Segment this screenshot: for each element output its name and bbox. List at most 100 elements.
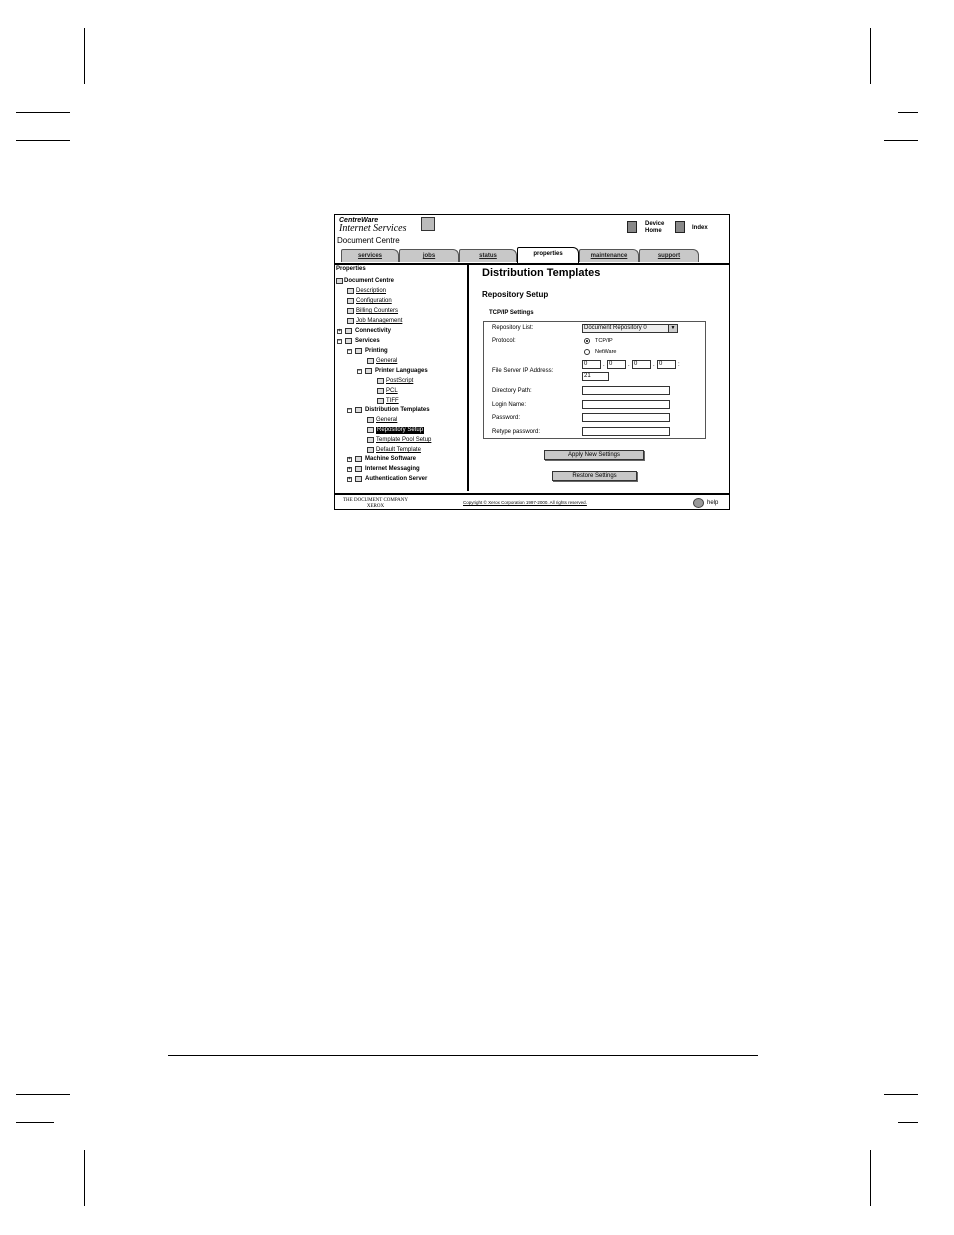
sidebar-item-description[interactable]: Description: [356, 288, 386, 295]
port-input[interactable]: 21: [582, 372, 609, 381]
page-icon: [367, 437, 374, 443]
printer-logo-icon: [421, 217, 435, 231]
retype-password-input[interactable]: [582, 427, 670, 436]
page-icon: [367, 447, 374, 453]
page-icon: [377, 388, 384, 394]
sidebar-item-repository-setup[interactable]: Repository Setup: [376, 427, 425, 434]
tab-support[interactable]: support: [639, 249, 699, 262]
page-icon: [347, 308, 354, 314]
footer: THE DOCUMENT COMPANY XEROX Copyright © Xe…: [335, 493, 729, 509]
tab-maintenance[interactable]: maintenance: [579, 249, 639, 262]
sidebar-item-default-template[interactable]: Default Template: [376, 447, 421, 454]
crop-mark: [16, 112, 70, 113]
ip-separator: .: [603, 362, 605, 368]
collapse-icon[interactable]: −: [357, 369, 362, 374]
folder-icon: [355, 407, 362, 413]
sidebar-item-job-management[interactable]: Job Management: [356, 318, 402, 325]
device-icon: [336, 278, 343, 284]
collapse-icon[interactable]: −: [347, 349, 352, 354]
collapse-icon[interactable]: −: [337, 339, 342, 344]
ip-separator: .: [628, 362, 630, 368]
repository-list-label: Repository List:: [492, 325, 534, 331]
page-icon: [377, 378, 384, 384]
sidebar-item-authentication-server[interactable]: Authentication Server: [365, 476, 427, 483]
sidebar-item-internet-messaging[interactable]: Internet Messaging: [365, 466, 420, 473]
device-home-link[interactable]: Device Home: [645, 221, 664, 235]
tab-jobs[interactable]: jobs: [399, 249, 459, 262]
index-link[interactable]: Index: [692, 225, 708, 232]
page-icon: [367, 417, 374, 423]
sidebar-item-connectivity[interactable]: Connectivity: [355, 328, 391, 335]
protocol-tcpip-radio[interactable]: [584, 338, 590, 344]
crop-mark: [884, 140, 918, 141]
crop-mark: [898, 112, 918, 113]
expand-icon[interactable]: +: [347, 457, 352, 462]
folder-icon: [355, 466, 362, 472]
settings-box: Repository List: Document Repository 0 ▼…: [483, 321, 706, 439]
chevron-down-icon: ▼: [668, 325, 677, 332]
device-home-icon[interactable]: [627, 221, 637, 233]
sidebar-item-distribution-templates[interactable]: Distribution Templates: [365, 407, 430, 414]
crop-mark: [84, 28, 85, 84]
sidebar-item-tiff[interactable]: TIFF: [386, 398, 399, 405]
expand-icon[interactable]: +: [337, 329, 342, 334]
login-name-input[interactable]: [582, 400, 670, 409]
tab-services[interactable]: services: [341, 249, 399, 262]
password-input[interactable]: [582, 413, 670, 422]
crop-mark: [16, 1122, 54, 1123]
crop-mark: [884, 1094, 918, 1095]
repository-list-select[interactable]: Document Repository 0 ▼: [582, 324, 678, 333]
ip-octet-3-input[interactable]: 0: [632, 360, 651, 369]
protocol-label: Protocol:: [492, 338, 516, 344]
password-label: Password:: [492, 415, 521, 421]
sidebar-item-configuration[interactable]: Configuration: [356, 298, 392, 305]
crop-mark: [898, 1122, 918, 1123]
sidebar: Properties Document Centre Description C…: [335, 263, 469, 491]
sidebar-item-pcl[interactable]: PCL: [386, 388, 398, 395]
sidebar-item-printing-general[interactable]: General: [376, 358, 397, 365]
expand-icon[interactable]: +: [347, 477, 352, 482]
help-icon[interactable]: [693, 498, 704, 508]
page-icon: [377, 398, 384, 404]
restore-settings-button[interactable]: Restore Settings: [552, 471, 637, 481]
apply-new-settings-button[interactable]: Apply New Settings: [544, 450, 644, 460]
ip-octet-1-input[interactable]: 0: [582, 360, 601, 369]
sidebar-title: Properties: [336, 266, 366, 272]
directory-path-label: Directory Path:: [492, 388, 532, 394]
login-name-label: Login Name:: [492, 402, 527, 408]
page-icon: [347, 298, 354, 304]
crop-mark: [870, 1150, 871, 1206]
sidebar-item-template-pool-setup[interactable]: Template Pool Setup: [376, 437, 431, 444]
sidebar-item-distribution-general[interactable]: General: [376, 417, 397, 424]
sidebar-root[interactable]: Document Centre: [344, 278, 394, 285]
sidebar-item-services[interactable]: Services: [355, 338, 380, 345]
tab-status[interactable]: status: [459, 249, 517, 262]
protocol-netware-label: NetWare: [595, 349, 617, 355]
sidebar-item-billing-counters[interactable]: Billing Counters: [356, 308, 398, 315]
sidebar-item-machine-software[interactable]: Machine Software: [365, 456, 416, 463]
sidebar-item-printer-languages[interactable]: Printer Languages: [375, 368, 428, 375]
tab-properties[interactable]: properties: [517, 247, 579, 263]
section-title: TCP/IP Settings: [489, 310, 534, 316]
collapse-icon[interactable]: −: [347, 408, 352, 413]
page-footer-rule: [168, 1055, 758, 1056]
crop-mark: [870, 28, 871, 84]
port-separator: :: [678, 362, 680, 368]
protocol-netware-radio[interactable]: [584, 349, 590, 355]
ip-octet-4-input[interactable]: 0: [657, 360, 676, 369]
copyright-link[interactable]: Copyright © Xerox Corporation 1997-2000.…: [463, 500, 587, 505]
directory-path-input[interactable]: [582, 386, 670, 395]
folder-icon: [345, 328, 352, 334]
sidebar-item-printing[interactable]: Printing: [365, 348, 388, 355]
expand-icon[interactable]: +: [347, 467, 352, 472]
xerox-logo: THE DOCUMENT COMPANY XEROX: [343, 498, 409, 509]
page-icon: [367, 427, 374, 433]
sidebar-item-postscript[interactable]: PostScript: [386, 378, 413, 385]
ip-octet-2-input[interactable]: 0: [607, 360, 626, 369]
ip-separator: .: [653, 362, 655, 368]
page-icon: [347, 318, 354, 324]
folder-icon: [355, 456, 362, 462]
retype-password-label: Retype password:: [492, 429, 541, 435]
help-link[interactable]: help: [707, 500, 718, 506]
index-icon[interactable]: [675, 221, 685, 233]
